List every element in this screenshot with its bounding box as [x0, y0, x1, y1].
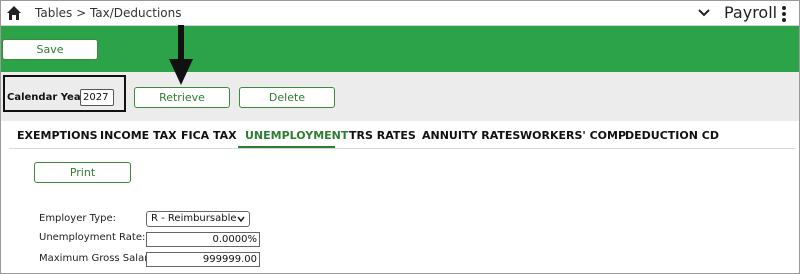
unemployment-rate-field[interactable]: 0.0000%: [146, 232, 260, 247]
delete-button[interactable]: Delete: [239, 87, 335, 108]
max-gross-salary-label: Maximum Gross Salary:: [39, 253, 157, 264]
retrieve-button[interactable]: Retrieve: [134, 87, 230, 108]
chevron-down-icon[interactable]: [698, 8, 710, 18]
employer-type-value: R - Reimbursable: [151, 213, 237, 224]
chevron-down-icon: [237, 216, 245, 223]
down-arrow-icon: [169, 25, 193, 85]
employer-type-select[interactable]: R - Reimbursable: [146, 211, 250, 227]
employer-type-label: Employer Type:: [39, 213, 117, 224]
tab-divider: [9, 148, 795, 149]
tab-fica-tax[interactable]: FICA TAX: [181, 129, 237, 142]
max-gross-salary-field[interactable]: 999999.00: [146, 252, 260, 267]
toolbar-band: [1, 26, 799, 72]
calendar-year-label: Calendar Year:: [7, 92, 90, 103]
print-button[interactable]: Print: [34, 162, 131, 183]
top-bar: Tables > Tax/Deductions Payroll: [1, 1, 799, 26]
tab-deduction-cd[interactable]: DEDUCTION CD: [625, 129, 719, 142]
calendar-year-input[interactable]: [80, 89, 114, 106]
vertical-ellipsis-icon[interactable]: [782, 6, 786, 22]
tab-workers-comp[interactable]: WORKERS' COMP: [520, 129, 626, 142]
unemployment-rate-label: Unemployment Rate:: [39, 232, 146, 243]
save-button[interactable]: Save: [2, 39, 98, 60]
tab-exemptions[interactable]: EXEMPTIONS: [17, 129, 98, 142]
tab-income-tax[interactable]: INCOME TAX: [100, 129, 177, 142]
breadcrumb: Tables > Tax/Deductions: [35, 6, 182, 20]
tab-annuity-rates[interactable]: ANNUITY RATES: [422, 129, 520, 142]
app-title[interactable]: Payroll: [724, 3, 777, 22]
active-tab-indicator: [238, 146, 335, 148]
tab-trs-rates[interactable]: TRS RATES: [349, 129, 416, 142]
home-icon[interactable]: [6, 5, 22, 21]
tab-unemployment[interactable]: UNEMPLOYMENT: [245, 129, 348, 142]
